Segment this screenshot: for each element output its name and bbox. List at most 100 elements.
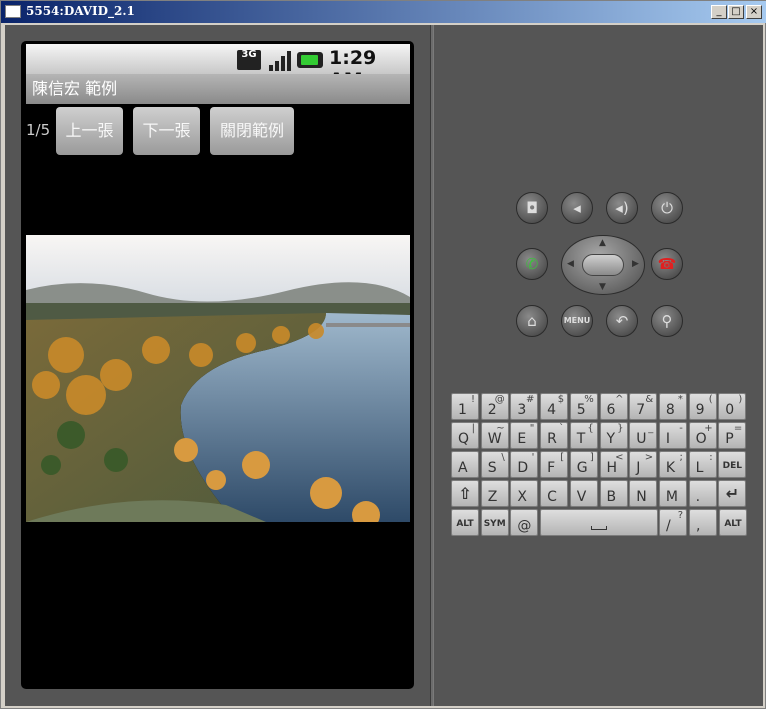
key-label: 8: [665, 402, 675, 418]
emulator-window: 5554:DAVID_2.1 _ □ × 3G 1:29 AM 陳信宏 範例 1…: [0, 0, 766, 709]
key-label: L: [695, 460, 704, 476]
device-screen[interactable]: 3G 1:29 AM 陳信宏 範例 1/5 上一張 下一張 關閉範例: [21, 41, 414, 689]
dpad[interactable]: ▲ ▼ ◀ ▶: [561, 235, 645, 295]
key-space[interactable]: [540, 509, 658, 536]
next-button[interactable]: 下一張: [133, 107, 200, 155]
key-label: M: [665, 489, 678, 505]
key-b[interactable]: B: [599, 480, 628, 507]
key-0[interactable]: 0): [718, 393, 747, 420]
key-5[interactable]: 5%: [569, 393, 598, 420]
key-label: N: [636, 489, 647, 505]
key-.[interactable]: .: [688, 480, 717, 507]
key-s[interactable]: S \: [480, 451, 509, 478]
key-e[interactable]: E ": [510, 422, 539, 449]
key-4[interactable]: 4 $: [540, 393, 569, 420]
key-w[interactable]: W ~: [480, 422, 509, 449]
key-k[interactable]: K;: [658, 451, 687, 478]
power-button[interactable]: ⏻: [651, 192, 683, 224]
status-bar: 3G 1:29 AM: [26, 44, 410, 91]
camera-button[interactable]: ◘: [516, 192, 548, 224]
previous-button[interactable]: 上一張: [56, 107, 123, 155]
key-d[interactable]: D ': [510, 451, 539, 478]
home-button[interactable]: ⌂: [516, 305, 548, 337]
call-button[interactable]: ✆: [516, 248, 548, 280]
key-j[interactable]: J >: [629, 451, 658, 478]
volume-down-button[interactable]: ◂: [561, 192, 593, 224]
key-sym[interactable]: SYM: [480, 509, 509, 536]
volume-up-button[interactable]: ◂): [606, 192, 638, 224]
key-v[interactable]: V: [569, 480, 598, 507]
key-label: 3: [517, 402, 527, 418]
key-at[interactable]: @: [510, 509, 539, 536]
key-7[interactable]: 7 &: [629, 393, 658, 420]
maximize-button[interactable]: □: [728, 5, 744, 19]
key-slash[interactable]: /?: [659, 509, 687, 536]
dpad-left-icon[interactable]: ◀: [567, 259, 574, 269]
key-u[interactable]: U _: [629, 422, 658, 449]
key-z[interactable]: Z: [480, 480, 509, 507]
key-label: 0: [725, 402, 735, 418]
key-8[interactable]: 8 *: [658, 393, 687, 420]
key-symbol: [: [560, 452, 565, 463]
key-label: Z: [487, 489, 498, 505]
key-i[interactable]: I-: [658, 422, 687, 449]
key-c[interactable]: C: [540, 480, 569, 507]
key-symbol: <: [615, 452, 624, 463]
key-y[interactable]: Y}: [599, 422, 628, 449]
key-6[interactable]: 6 ^: [599, 393, 628, 420]
key-alt-left[interactable]: ALT: [451, 509, 479, 536]
key-label: T: [576, 431, 586, 447]
key-label: SYM: [483, 519, 506, 529]
key-q[interactable]: Q |: [451, 422, 479, 449]
key-label: 4: [547, 402, 557, 418]
key-label: E: [517, 431, 527, 447]
key-1[interactable]: 1!: [451, 393, 479, 420]
key-9[interactable]: 9(: [688, 393, 717, 420]
key-g[interactable]: G]: [569, 451, 598, 478]
dpad-center-button[interactable]: [582, 254, 624, 276]
menu-button[interactable]: MENU: [561, 305, 593, 337]
key-label: 1: [458, 402, 467, 418]
key-p[interactable]: P =: [718, 422, 747, 449]
key-x[interactable]: X: [510, 480, 539, 507]
key-a[interactable]: A: [451, 451, 479, 478]
key-symbol: *: [677, 394, 683, 405]
key-alt-right[interactable]: ALT: [719, 509, 747, 536]
page-indicator: 1/5: [26, 121, 51, 139]
dpad-up-icon[interactable]: ▲: [599, 238, 606, 248]
end-call-button[interactable]: ☎: [651, 248, 683, 280]
key-del[interactable]: DEL: [718, 451, 747, 478]
key-m[interactable]: M: [658, 480, 687, 507]
key-label: 6: [606, 402, 616, 418]
minimize-button[interactable]: _: [711, 5, 727, 19]
key-n[interactable]: N: [629, 480, 658, 507]
key-r[interactable]: R `: [540, 422, 569, 449]
key-enter[interactable]: ↵: [718, 480, 747, 507]
key-3[interactable]: 3 #: [510, 393, 539, 420]
dpad-right-icon[interactable]: ▶: [632, 259, 639, 269]
back-button[interactable]: ↶: [606, 305, 638, 337]
key-label: X: [517, 489, 527, 505]
dpad-down-icon[interactable]: ▼: [599, 282, 606, 292]
key-l[interactable]: L:: [688, 451, 717, 478]
close-sample-button[interactable]: 關閉範例: [210, 107, 294, 155]
search-button[interactable]: ⚲: [651, 305, 683, 337]
key-shift[interactable]: ⇧: [451, 480, 479, 507]
key-2[interactable]: 2 @: [480, 393, 509, 420]
close-button[interactable]: ×: [746, 5, 762, 19]
key-label: F: [547, 460, 556, 476]
key-o[interactable]: O +: [688, 422, 717, 449]
shift-icon: ⇧: [458, 484, 472, 503]
key-t[interactable]: T{: [569, 422, 598, 449]
key-comma[interactable]: ,: [689, 509, 717, 536]
key-symbol: _: [648, 423, 654, 434]
key-symbol: `: [559, 423, 565, 434]
battery-icon: [297, 52, 323, 68]
volume-down-icon: ◂: [573, 199, 581, 217]
key-f[interactable]: F[: [540, 451, 569, 478]
key-label: A: [458, 460, 468, 476]
key-label: Q: [458, 431, 470, 447]
key-h[interactable]: H <: [599, 451, 628, 478]
key-symbol: \: [501, 452, 505, 463]
key-label: G: [576, 460, 588, 476]
